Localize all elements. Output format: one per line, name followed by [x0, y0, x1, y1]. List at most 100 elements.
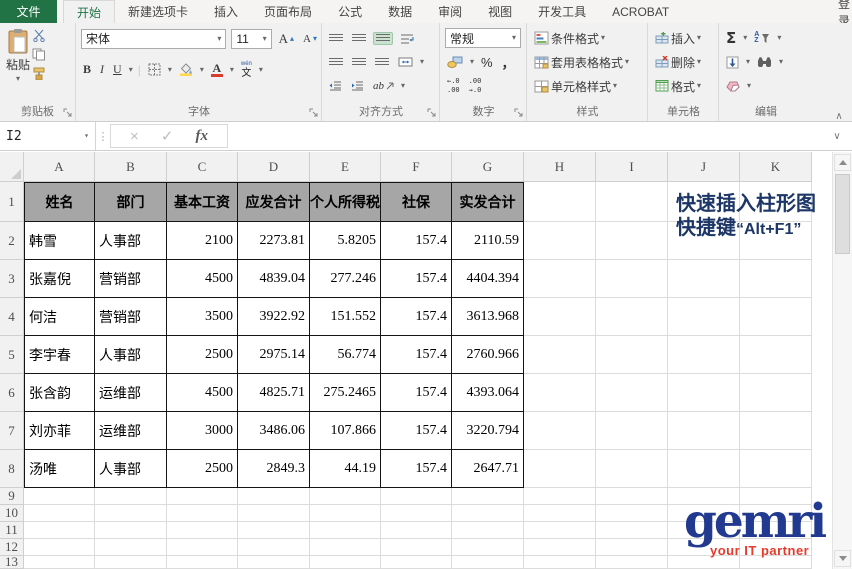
empty-cell[interactable] — [596, 222, 668, 260]
empty-cell[interactable] — [524, 336, 596, 374]
empty-cell[interactable] — [668, 336, 740, 374]
decrease-decimal-button[interactable]: .00→.0 — [467, 77, 484, 95]
table-data-cell[interactable]: 张含韵 — [24, 374, 95, 412]
increase-indent-button[interactable] — [349, 80, 366, 92]
column-header-G[interactable]: G — [452, 152, 524, 182]
table-header-cell[interactable]: 姓名 — [24, 182, 95, 222]
number-format-combo[interactable]: 常规▾ — [445, 28, 521, 48]
fill-color-dropdown-arrow[interactable]: ▾ — [200, 66, 204, 74]
align-top-button[interactable] — [327, 33, 345, 44]
increase-decimal-button[interactable]: ←.0.00 — [445, 77, 462, 95]
empty-cell[interactable] — [95, 522, 167, 539]
table-data-cell[interactable]: 张嘉倪 — [24, 260, 95, 298]
empty-cell[interactable] — [668, 374, 740, 412]
tab-view[interactable]: 视图 — [475, 0, 525, 23]
column-header-D[interactable]: D — [238, 152, 310, 182]
table-data-cell[interactable]: 3500 — [167, 298, 238, 336]
column-header-F[interactable]: F — [381, 152, 452, 182]
empty-cell[interactable] — [668, 412, 740, 450]
increase-font-button[interactable]: A▴ — [277, 30, 296, 48]
alignment-dialog-launcher[interactable] — [427, 108, 437, 118]
empty-cell[interactable] — [596, 374, 668, 412]
table-data-cell[interactable]: 3486.06 — [238, 412, 310, 450]
empty-cell[interactable] — [524, 222, 596, 260]
phonetic-guide-button[interactable]: wén文 — [239, 60, 254, 80]
comma-style-button[interactable]: ， — [500, 52, 517, 73]
empty-cell[interactable] — [524, 182, 596, 222]
orientation-button[interactable]: ab — [371, 79, 396, 93]
formula-input[interactable] — [228, 122, 822, 150]
tab-formulas[interactable]: 公式 — [325, 0, 375, 23]
table-data-cell[interactable]: 107.866 — [310, 412, 381, 450]
delete-cells-button[interactable]: 删除▾ — [653, 50, 716, 74]
empty-cell[interactable] — [238, 505, 310, 522]
empty-cell[interactable] — [24, 556, 95, 569]
tab-data[interactable]: 数据 — [375, 0, 425, 23]
table-data-cell[interactable]: 汤唯 — [24, 450, 95, 488]
scrollbar-thumb[interactable] — [835, 174, 850, 254]
table-data-cell[interactable]: 2100 — [167, 222, 238, 260]
table-data-cell[interactable]: 4404.394 — [452, 260, 524, 298]
row-header-10[interactable]: 10 — [0, 505, 24, 522]
empty-cell[interactable] — [381, 556, 452, 569]
enter-entry-icon[interactable]: ✓ — [161, 127, 174, 145]
font-name-combo[interactable]: 宋体▾ — [81, 29, 226, 49]
empty-cell[interactable] — [452, 556, 524, 569]
empty-cell[interactable] — [596, 450, 668, 488]
table-data-cell[interactable]: 2500 — [167, 450, 238, 488]
table-data-cell[interactable]: 157.4 — [381, 450, 452, 488]
row-header-3[interactable]: 3 — [0, 260, 24, 298]
empty-cell[interactable] — [167, 539, 238, 556]
table-data-cell[interactable]: 刘亦菲 — [24, 412, 95, 450]
number-dialog-launcher[interactable] — [514, 108, 524, 118]
table-data-cell[interactable]: 4839.04 — [238, 260, 310, 298]
empty-cell[interactable] — [310, 505, 381, 522]
table-data-cell[interactable]: 4825.71 — [238, 374, 310, 412]
orientation-dropdown-arrow[interactable]: ▾ — [401, 82, 405, 90]
paste-dropdown-arrow[interactable]: ▾ — [16, 75, 20, 83]
row-header-12[interactable]: 12 — [0, 539, 24, 556]
formula-bar-grip[interactable]: ⋮ — [96, 122, 110, 150]
table-data-cell[interactable]: 2849.3 — [238, 450, 310, 488]
table-data-cell[interactable]: 营销部 — [95, 298, 167, 336]
bold-button[interactable]: B — [81, 61, 93, 78]
table-data-cell[interactable]: 4500 — [167, 260, 238, 298]
italic-button[interactable]: I — [98, 61, 106, 78]
tab-home[interactable]: 开始 — [63, 0, 115, 23]
accounting-format-button[interactable] — [445, 55, 465, 69]
empty-cell[interactable] — [238, 556, 310, 569]
scroll-down-button[interactable] — [834, 550, 851, 567]
align-bottom-button[interactable] — [373, 32, 393, 45]
empty-cell[interactable] — [524, 556, 596, 569]
table-data-cell[interactable]: 4500 — [167, 374, 238, 412]
table-data-cell[interactable]: 2760.966 — [452, 336, 524, 374]
table-header-cell[interactable]: 基本工资 — [167, 182, 238, 222]
table-data-cell[interactable]: 2110.59 — [452, 222, 524, 260]
row-header-13[interactable]: 13 — [0, 556, 24, 569]
empty-cell[interactable] — [24, 488, 95, 505]
underline-button[interactable]: U — [111, 61, 124, 78]
empty-cell[interactable] — [740, 412, 812, 450]
align-middle-button[interactable] — [350, 33, 368, 44]
decrease-indent-button[interactable] — [327, 80, 344, 92]
empty-cell[interactable] — [310, 539, 381, 556]
column-header-C[interactable]: C — [167, 152, 238, 182]
table-data-cell[interactable]: 3000 — [167, 412, 238, 450]
empty-cell[interactable] — [524, 298, 596, 336]
sort-filter-dropdown-arrow[interactable]: ▾ — [777, 34, 781, 42]
table-data-cell[interactable]: 2975.14 — [238, 336, 310, 374]
name-box[interactable]: I2 ▾ — [0, 122, 96, 150]
format-as-table-button[interactable]: 套用表格格式▾ — [532, 50, 645, 74]
empty-cell[interactable] — [740, 298, 812, 336]
wrap-text-button[interactable] — [398, 32, 416, 45]
column-header-H[interactable]: H — [524, 152, 596, 182]
table-header-cell[interactable]: 社保 — [381, 182, 452, 222]
row-header-8[interactable]: 8 — [0, 450, 24, 488]
expand-formula-bar-icon[interactable]: ∨ — [822, 122, 852, 150]
scroll-up-button[interactable] — [834, 154, 851, 171]
align-center-button[interactable] — [350, 57, 368, 68]
table-data-cell[interactable]: 2273.81 — [238, 222, 310, 260]
font-color-button[interactable]: A — [209, 62, 225, 78]
table-data-cell[interactable]: 3613.968 — [452, 298, 524, 336]
table-data-cell[interactable]: 277.246 — [310, 260, 381, 298]
